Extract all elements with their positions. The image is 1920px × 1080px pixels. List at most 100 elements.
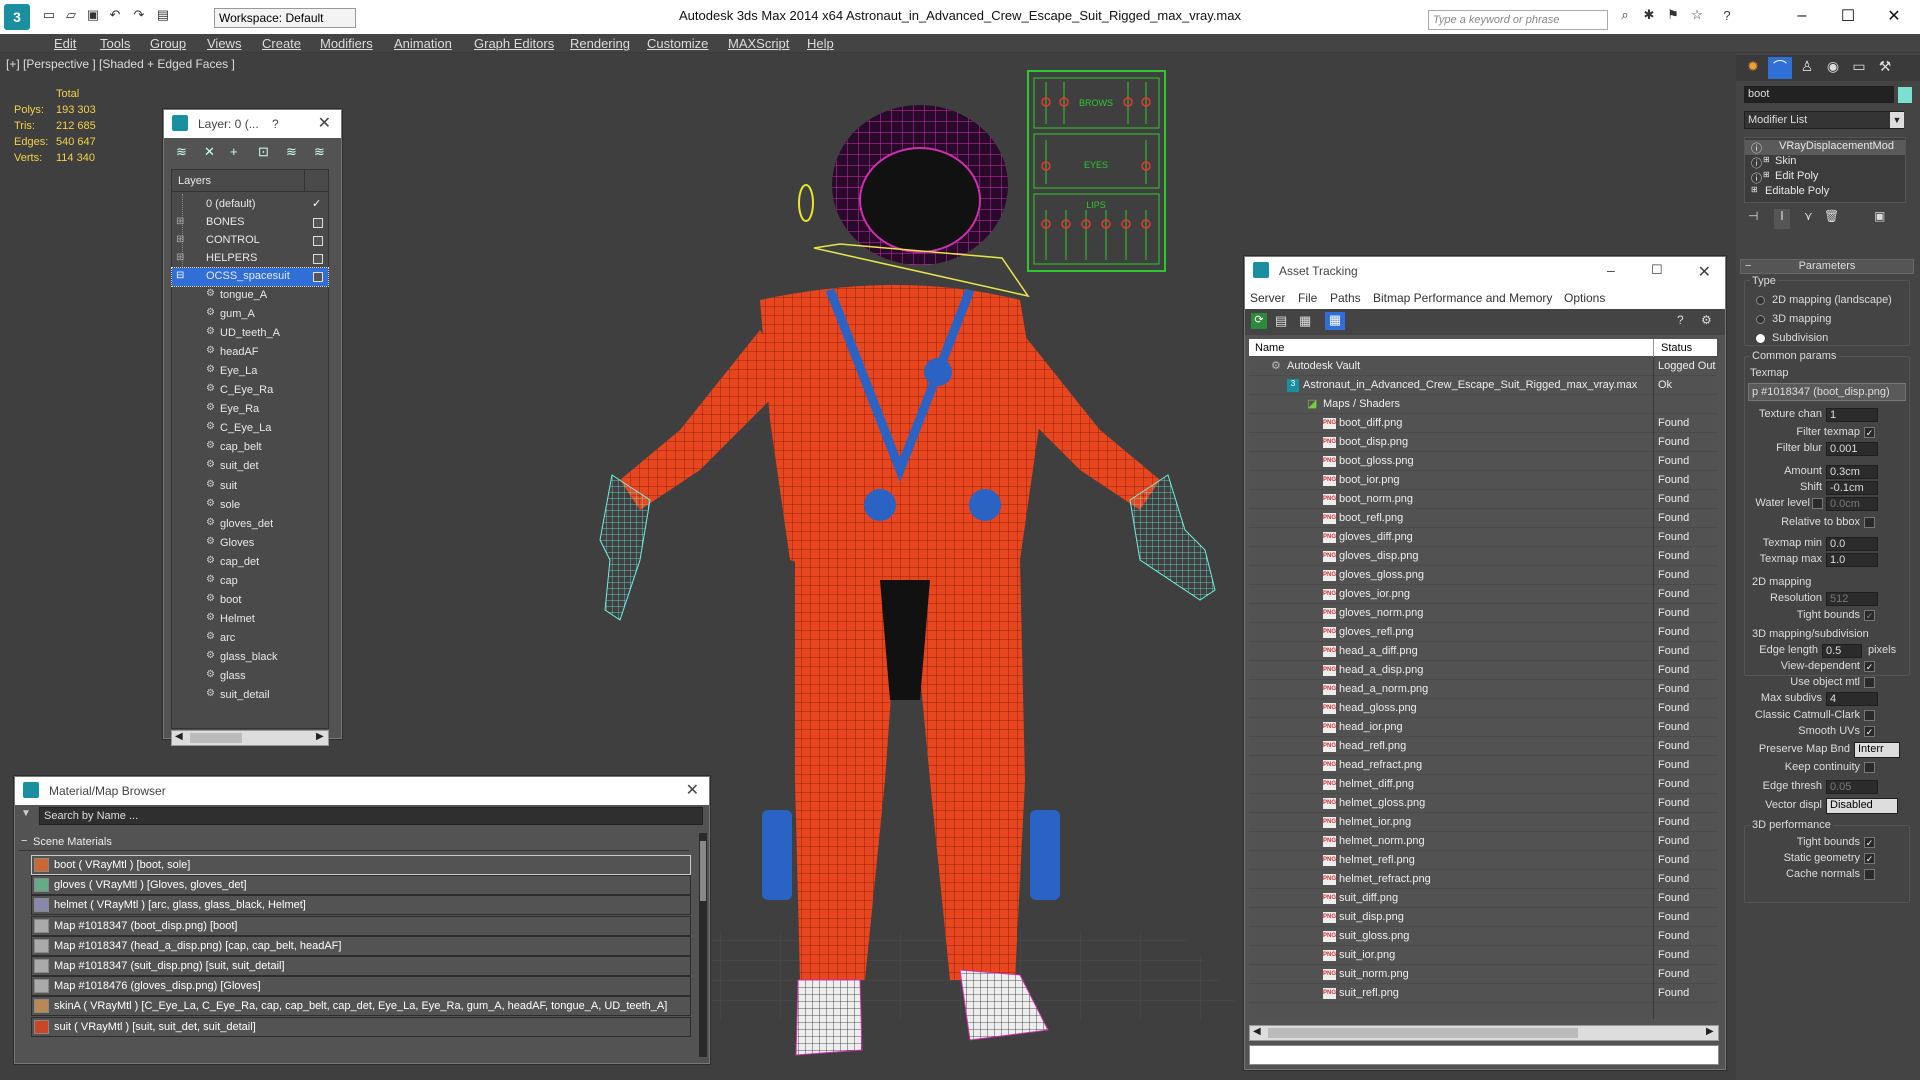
asset-map-row[interactable]: PNG gloves_refl.png Found xyxy=(1249,623,1717,642)
asset-map-row[interactable]: PNG suit_norm.png Found xyxy=(1249,965,1717,984)
radio-3d-mapping[interactable] xyxy=(1756,315,1765,324)
scroll-thumb[interactable] xyxy=(190,733,242,743)
delete-layer-icon[interactable]: ✕ xyxy=(204,144,215,160)
water-level-checkbox[interactable] xyxy=(1812,498,1823,509)
layer-object-row[interactable]: ⚙ C_Eye_Ra xyxy=(172,381,328,399)
menu-graph-editors[interactable]: Graph Editors xyxy=(474,36,554,51)
utilities-tab-icon[interactable]: ⚒ xyxy=(1874,58,1896,78)
pin-stack-icon[interactable]: ⊣ xyxy=(1748,209,1758,223)
expand-icon[interactable]: ⊞ xyxy=(1763,155,1770,164)
maximize-button[interactable]: ☐ xyxy=(1828,4,1868,28)
menu-server[interactable]: Server xyxy=(1250,291,1285,305)
binoculars-icon[interactable]: ⌕ xyxy=(1614,4,1636,26)
material-map-browser[interactable]: Material/Map Browser ✕ ▼ Search by Name … xyxy=(14,776,710,1064)
hide-checkbox[interactable] xyxy=(313,236,323,246)
communication-icon[interactable]: ⚑ xyxy=(1662,4,1684,26)
material-list-item[interactable]: Map #1018476 (gloves_disp.png) [Gloves] xyxy=(31,976,691,997)
asset-row-vault[interactable]: ⚙ Autodesk Vault Logged Out xyxy=(1249,357,1717,376)
asset-tracking-titlebar[interactable]: Asset Tracking – ☐ ✕ xyxy=(1245,257,1725,287)
filter-blur-spinner[interactable]: 0.001 xyxy=(1826,442,1878,456)
hide-checkbox[interactable] xyxy=(313,254,323,264)
preserve-map-dropdown[interactable]: Interr xyxy=(1854,742,1900,758)
asset-map-row[interactable]: PNG helmet_refl.png Found xyxy=(1249,851,1717,870)
asset-map-row[interactable]: PNG suit_refl.png Found xyxy=(1249,984,1717,1003)
expand-icon[interactable]: ⊞ xyxy=(1751,185,1758,194)
horizontal-scrollbar[interactable]: ◀ ▶ xyxy=(171,730,329,746)
project-folder-icon[interactable]: ▤ xyxy=(152,4,174,26)
app-logo[interactable]: 3 xyxy=(4,4,30,30)
stack-item-vray-displacement[interactable]: ⓘ VRayDisplacementMod xyxy=(1745,140,1905,155)
asset-map-row[interactable]: PNG gloves_ior.png Found xyxy=(1249,585,1717,604)
asset-map-row[interactable]: PNG suit_ior.png Found xyxy=(1249,946,1717,965)
asset-map-row[interactable]: PNG gloves_gloss.png Found xyxy=(1249,566,1717,585)
modifier-list-dropdown[interactable]: Modifier List xyxy=(1744,111,1904,129)
layer-object-row[interactable]: ⚙ arc xyxy=(172,629,328,647)
close-icon[interactable]: ✕ xyxy=(686,780,699,800)
layer-row-selected[interactable]: ⊟ OCSS_spacesuit xyxy=(171,267,329,287)
hide-layers-icon[interactable]: ≋ xyxy=(314,144,325,160)
material-list-item[interactable]: boot ( VRayMtl ) [boot, sole] xyxy=(31,855,691,875)
asset-map-row[interactable]: PNG head_refract.png Found xyxy=(1249,756,1717,775)
asset-map-row[interactable]: PNG helmet_diff.png Found xyxy=(1249,775,1717,794)
view-dependent-checkbox[interactable]: ✓ xyxy=(1864,661,1875,672)
hide-checkbox[interactable] xyxy=(313,218,323,228)
scene-materials-group[interactable]: − Scene Materials xyxy=(19,835,689,851)
redo-icon[interactable]: ↷ xyxy=(128,4,150,26)
expand-icon[interactable]: ⊞ xyxy=(176,234,184,245)
add-to-layer-icon[interactable]: + xyxy=(230,144,238,159)
stack-item-skin[interactable]: ⓘ ⊞ Skin xyxy=(1745,155,1905,170)
modifier-stack[interactable]: ⓘ VRayDisplacementMod ⓘ ⊞ Skin ⓘ ⊞ Edit Poly… xyxy=(1744,137,1906,203)
left-boot-mesh[interactable] xyxy=(795,979,863,1056)
use-object-mtl-checkbox[interactable] xyxy=(1864,677,1875,688)
asset-map-row[interactable]: PNG boot_disp.png Found xyxy=(1249,433,1717,452)
new-file-icon[interactable]: ▭ xyxy=(38,4,60,26)
stack-item-edit-poly[interactable]: ⓘ ⊞ Edit Poly xyxy=(1745,170,1905,185)
horizontal-scrollbar[interactable]: ◀ ▶ xyxy=(1249,1025,1719,1041)
asset-map-row[interactable]: PNG head_ior.png Found xyxy=(1249,718,1717,737)
table-view-icon[interactable]: ▦ xyxy=(1325,312,1345,330)
menu-rendering[interactable]: Rendering xyxy=(570,36,630,51)
create-tab-icon[interactable]: ✹ xyxy=(1742,58,1764,78)
material-list-item[interactable]: helmet ( VRayMtl ) [arc, glass, glass_bl… xyxy=(31,895,691,916)
asset-map-row[interactable]: PNG head_a_disp.png Found xyxy=(1249,661,1717,680)
asset-map-row[interactable]: PNG boot_gloss.png Found xyxy=(1249,452,1717,471)
asset-map-row[interactable]: PNG suit_gloss.png Found xyxy=(1249,927,1717,946)
help-icon[interactable]: ? xyxy=(1716,4,1738,26)
list-view-icon[interactable]: ▤ xyxy=(1275,313,1287,329)
material-browser-titlebar[interactable]: Material/Map Browser ✕ xyxy=(15,777,709,805)
highlight-layer-icon[interactable]: ≋ xyxy=(286,144,297,160)
layer-object-row[interactable]: ⚙ gum_A xyxy=(172,305,328,323)
vector-displ-dropdown[interactable]: Disabled xyxy=(1826,798,1898,814)
radio-2d-mapping[interactable] xyxy=(1756,296,1765,305)
face-rig-controls[interactable]: BROWS EYES LIPS xyxy=(1027,70,1166,272)
texture-chan-spinner[interactable]: 1 xyxy=(1826,408,1878,422)
menu-modifiers[interactable]: Modifiers xyxy=(320,36,373,51)
material-list-item[interactable]: Map #1018347 (suit_disp.png) [suit, suit… xyxy=(31,956,691,976)
menu-views[interactable]: Views xyxy=(207,36,241,51)
maximize-button[interactable]: ☐ xyxy=(1651,262,1663,278)
menu-create[interactable]: Create xyxy=(262,36,301,51)
material-search-input[interactable]: Search by Name ... xyxy=(39,807,703,825)
scroll-left-icon[interactable]: ◀ xyxy=(1253,1026,1261,1037)
asset-map-row[interactable]: PNG helmet_norm.png Found xyxy=(1249,832,1717,851)
asset-map-row[interactable]: PNG helmet_gloss.png Found xyxy=(1249,794,1717,813)
close-icon[interactable]: ✕ xyxy=(1698,262,1711,282)
radio-subdivision[interactable] xyxy=(1756,334,1765,343)
water-level-spinner[interactable]: 0.0cm xyxy=(1826,497,1878,511)
material-list-item[interactable]: Map #1018347 (boot_disp.png) [boot] xyxy=(31,915,691,936)
amount-spinner[interactable]: 0.3cm xyxy=(1826,465,1878,479)
select-layer-icon[interactable]: ⊡ xyxy=(258,144,269,160)
expand-icon[interactable]: ⊞ xyxy=(176,252,184,263)
chevron-down-icon[interactable]: ▼ xyxy=(1890,112,1904,128)
workspace-dropdown[interactable]: Workspace: Default xyxy=(214,8,356,28)
layer-object-row[interactable]: ⚙ cap xyxy=(172,572,328,590)
menu-help[interactable]: Help xyxy=(807,36,834,51)
lightbulb-icon[interactable]: ⓘ xyxy=(1751,155,1762,171)
search-input[interactable]: Type a keyword or phrase xyxy=(1428,10,1608,30)
layer-row[interactable]: 0 (default) ✓ xyxy=(172,196,328,214)
show-end-result-icon[interactable]: Ⅰ xyxy=(1774,209,1790,229)
menu-options[interactable]: Options xyxy=(1564,291,1605,305)
asset-table[interactable]: Name Status ⚙ Autodesk Vault Logged Out … xyxy=(1249,339,1719,1019)
right-glove-mesh[interactable] xyxy=(1129,474,1216,601)
close-icon[interactable]: ✕ xyxy=(318,113,331,133)
